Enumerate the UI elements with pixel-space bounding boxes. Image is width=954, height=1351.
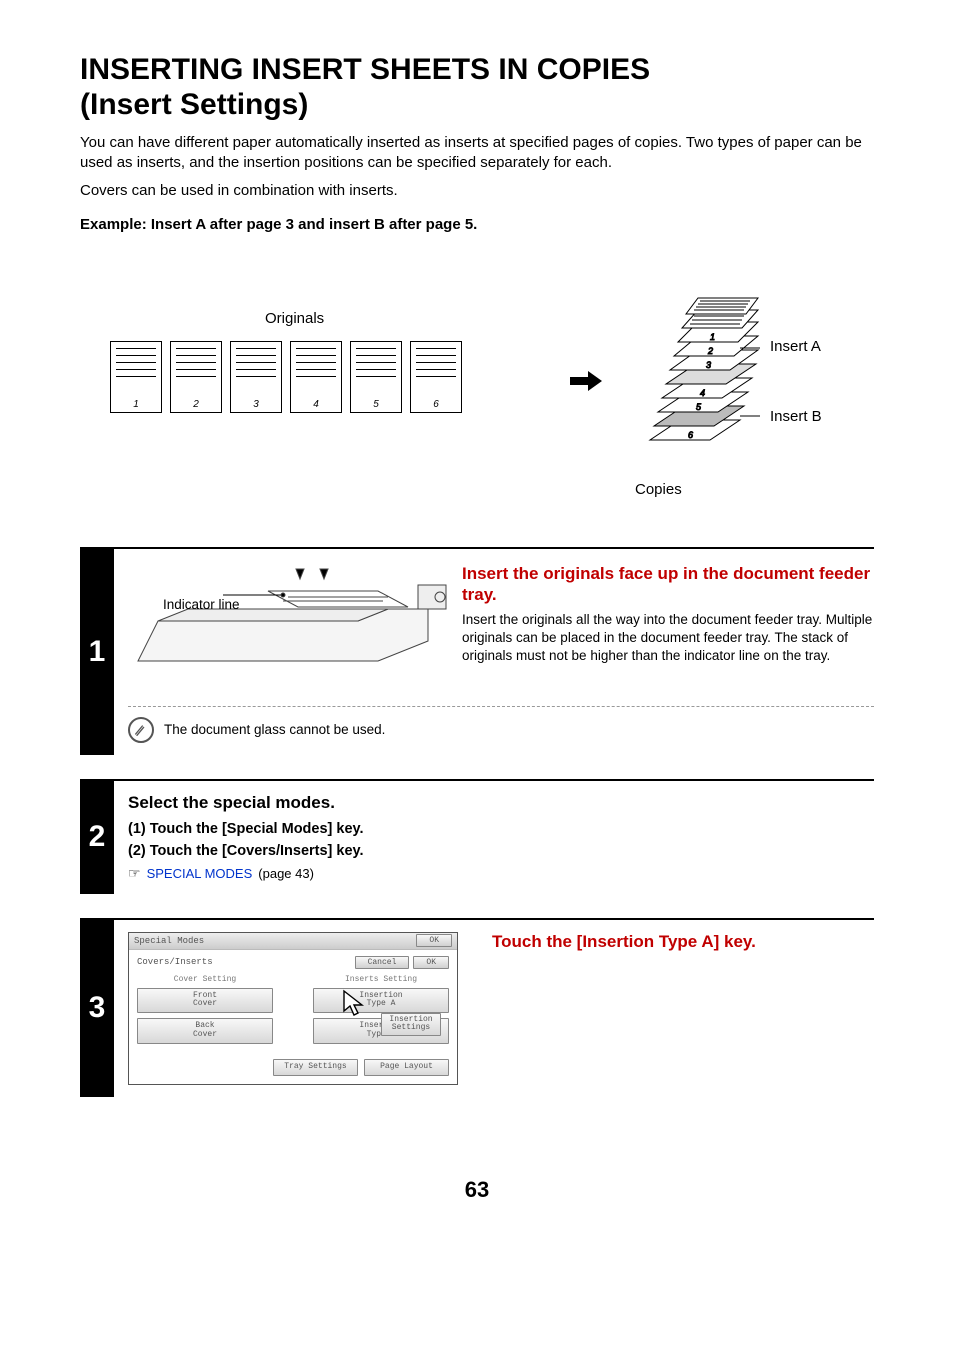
- insertion-type-a-button: Insertion Type A: [313, 988, 449, 1014]
- panel-subtitle: Covers/Inserts: [137, 957, 213, 967]
- original-page: 5: [350, 341, 402, 413]
- page-title: INSERTING INSERT SHEETS IN COPIES (Inser…: [80, 52, 874, 123]
- step-1-note: The document glass cannot be used.: [164, 722, 385, 737]
- cover-setting-heading: Cover Setting: [137, 975, 273, 984]
- inserts-setting-heading: Inserts Setting: [313, 975, 449, 984]
- original-page: 3: [230, 341, 282, 413]
- svg-text:4: 4: [700, 388, 705, 398]
- panel-topbar-title: Special Modes: [134, 936, 204, 946]
- document-feeder-illustration: [128, 561, 448, 696]
- page-layout-button: Page Layout: [364, 1059, 449, 1076]
- reference-tail: (page 43): [258, 866, 314, 881]
- step-number: 1: [80, 549, 114, 755]
- insertion-settings-button: Insertion Settings: [381, 1013, 441, 1037]
- svg-text:1: 1: [710, 332, 715, 342]
- panel-ok-button-2: OK: [413, 956, 449, 969]
- insert-b-label: Insert B: [770, 408, 822, 425]
- step-2-sub1: (1) Touch the [Special Modes] key.: [128, 821, 874, 837]
- originals-label: Originals: [265, 310, 324, 327]
- note-icon: [128, 717, 154, 743]
- separator: [128, 706, 874, 707]
- original-page: 6: [410, 341, 462, 413]
- example-heading: Example: Insert A after page 3 and inser…: [80, 216, 874, 233]
- example-diagram: Originals 1 2 3 4 5 6 6 5 4: [80, 263, 874, 523]
- back-cover-button: Back Cover: [137, 1018, 273, 1044]
- step-2-heading: Select the special modes.: [128, 793, 874, 813]
- svg-text:3: 3: [706, 360, 711, 370]
- svg-text:6: 6: [688, 430, 693, 440]
- step-3: 3 Special Modes OK Covers/Inserts Cancel…: [80, 918, 874, 1097]
- copies-label: Copies: [635, 481, 682, 498]
- original-page: 2: [170, 341, 222, 413]
- original-page: 4: [290, 341, 342, 413]
- cursor-icon: [341, 989, 369, 1019]
- intro-paragraph-1: You can have different paper automatical…: [80, 133, 874, 174]
- panel-cancel-button: Cancel: [355, 956, 410, 969]
- page-number: 63: [80, 1177, 874, 1203]
- step-3-heading: Touch the [Insertion Type A] key.: [492, 932, 756, 952]
- arrow-right-icon: [570, 366, 602, 398]
- pointer-icon: ☞: [128, 865, 141, 882]
- copies-stack-illustration: 6 5 4 3 2 1: [640, 268, 760, 478]
- step-number: 2: [80, 781, 114, 894]
- step-1-heading: Insert the originals face up in the docu…: [462, 563, 874, 606]
- step-2: 2 Select the special modes. (1) Touch th…: [80, 779, 874, 894]
- intro-paragraph-2: Covers can be used in combination with i…: [80, 181, 874, 201]
- step-number: 3: [80, 920, 114, 1097]
- step-1-body: Insert the originals all the way into th…: [462, 611, 874, 666]
- original-page: 1: [110, 341, 162, 413]
- step-1: 1: [80, 547, 874, 755]
- panel-ok-button: OK: [416, 934, 452, 947]
- step-2-sub2: (2) Touch the [Covers/Inserts] key.: [128, 843, 874, 859]
- svg-text:2: 2: [707, 346, 713, 356]
- covers-inserts-panel-illustration: Special Modes OK Covers/Inserts Cancel O…: [128, 932, 458, 1085]
- indicator-line-label: Indicator line: [163, 597, 240, 613]
- front-cover-button: Front Cover: [137, 988, 273, 1014]
- special-modes-link[interactable]: SPECIAL MODES: [147, 866, 253, 881]
- tray-settings-button: Tray Settings: [273, 1059, 358, 1076]
- insert-a-label: Insert A: [770, 338, 821, 355]
